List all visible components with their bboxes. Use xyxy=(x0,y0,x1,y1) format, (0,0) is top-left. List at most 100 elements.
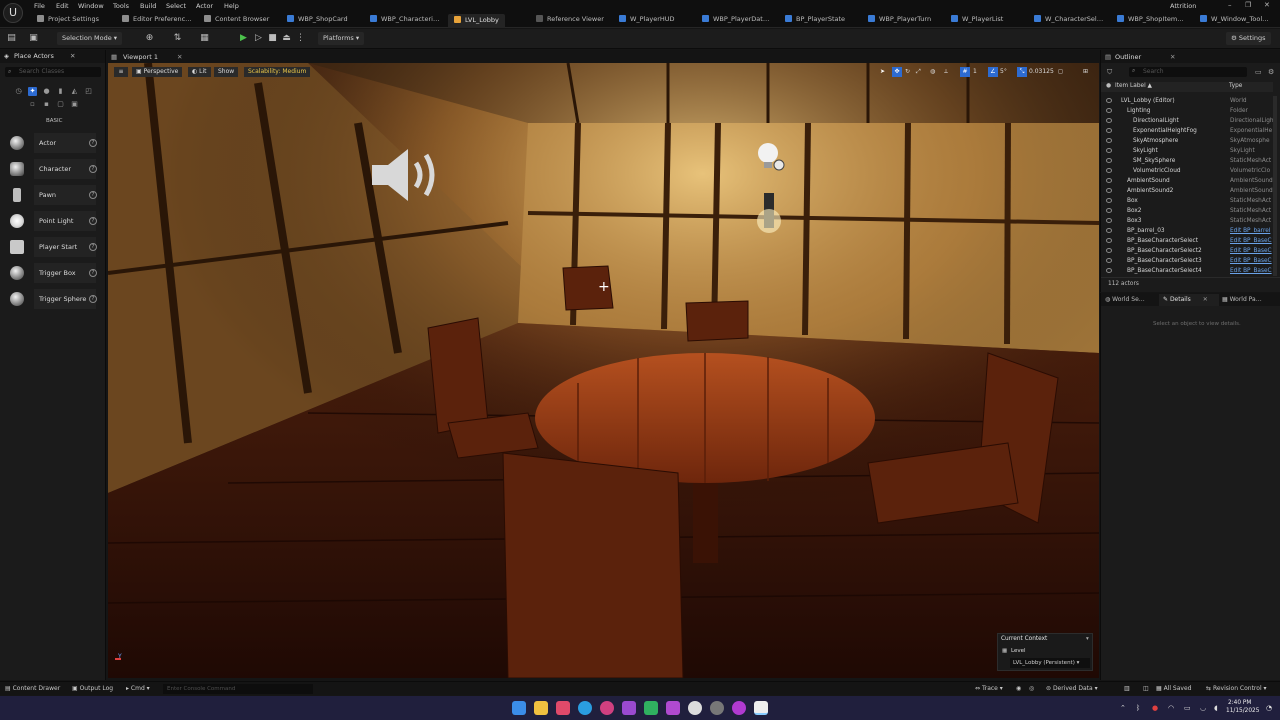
view-mode-dropdown[interactable]: ◐ Lit xyxy=(188,67,211,77)
basic-category-icon[interactable]: ✦ xyxy=(28,87,37,96)
derived-data-dropdown[interactable]: ⊜ Derived Data ▾ xyxy=(1046,685,1098,692)
clock-date[interactable]: 11/15/2025 xyxy=(1226,708,1259,714)
all-classes-icon[interactable]: ▪ xyxy=(42,100,51,109)
level-dropdown[interactable]: LVL_Lobby (Persistent) ▾ xyxy=(1010,658,1090,668)
edit-blueprint-link[interactable]: Edit BP_BaseC xyxy=(1230,236,1272,246)
outliner-settings-icon[interactable]: ⚙ xyxy=(1268,68,1274,76)
world-space-icon[interactable]: ◍ xyxy=(930,67,935,77)
outliner-row[interactable]: Box3 StaticMeshAct xyxy=(1101,216,1273,226)
help-icon[interactable]: ? xyxy=(89,139,97,147)
visibility-eye-icon[interactable] xyxy=(1106,108,1112,113)
actor-item-player-start[interactable]: Player Start? xyxy=(6,237,100,257)
scalability-warning[interactable]: Scalability: Medium xyxy=(244,67,311,77)
help-icon[interactable]: ? xyxy=(89,269,97,277)
tab-world-settings[interactable]: ◍ World Se… xyxy=(1105,296,1145,303)
close-tab-icon[interactable]: ✕ xyxy=(177,53,182,61)
translate-tool-icon[interactable]: ✥ xyxy=(892,67,902,77)
camera-speed-value[interactable]: 0.03125 xyxy=(1029,67,1054,77)
tray-app-icon[interactable]: ● xyxy=(1152,704,1158,712)
source-control-icon[interactable]: ▥ xyxy=(1124,685,1130,692)
outliner-row[interactable]: Box StaticMeshAct xyxy=(1101,196,1273,206)
tab-wbp-playerturn[interactable]: WBP_PlayerTurn xyxy=(868,15,931,27)
more-options-icon[interactable]: ⋮ xyxy=(295,33,306,44)
visibility-eye-icon[interactable] xyxy=(1106,118,1112,123)
scale-snap-icon[interactable]: ⤡ xyxy=(1017,67,1027,77)
visibility-eye-icon[interactable] xyxy=(1106,268,1112,273)
recent-icon[interactable]: ◷ xyxy=(14,87,23,96)
xbox-icon[interactable] xyxy=(644,701,658,715)
outliner-search-input[interactable]: ⌕ Search xyxy=(1129,67,1247,77)
actor-item-pawn[interactable]: Pawn? xyxy=(6,185,100,205)
tray-display-icon[interactable]: ▭ xyxy=(1184,704,1191,712)
all-saved-status[interactable]: ▦ All Saved xyxy=(1156,685,1191,692)
clock-time[interactable]: 2:40 PM xyxy=(1228,700,1251,706)
outliner-row[interactable]: BP_BaseCharacterSelect2 Edit BP_BaseC xyxy=(1101,246,1273,256)
tray-network-icon[interactable]: ◠ xyxy=(1168,704,1174,712)
search-classes-input[interactable]: ⌕ Search Classes xyxy=(5,67,101,77)
outliner-row[interactable]: VolumetricCloud VolumetricClo xyxy=(1101,166,1273,176)
github-icon[interactable] xyxy=(710,701,724,715)
maximize-viewport-icon[interactable]: ⊞ xyxy=(1083,67,1088,77)
tab-wbp-shopcard[interactable]: WBP_ShopCard xyxy=(287,15,348,27)
tab-content-browser[interactable]: Content Browser xyxy=(204,15,269,27)
menu-window[interactable]: Window xyxy=(78,2,104,10)
snapshot-icon[interactable]: ◎ xyxy=(1029,685,1034,692)
item-label-column[interactable]: Item Label ▲ xyxy=(1115,83,1152,89)
visibility-eye-icon[interactable] xyxy=(1106,188,1112,193)
tab-editor-preferences[interactable]: Editor Preferenc… xyxy=(122,15,192,27)
settings-app-icon[interactable] xyxy=(688,701,702,715)
tab-wbp-shopitem[interactable]: WBP_ShopItem… xyxy=(1117,15,1184,27)
point-light-sprite-icon[interactable] xyxy=(756,141,786,171)
tab-w-charactersel[interactable]: W_CharacterSel… xyxy=(1034,15,1103,27)
visibility-eye-icon[interactable] xyxy=(1106,128,1112,133)
app-icon[interactable] xyxy=(600,701,614,715)
actor-item-actor[interactable]: Actor? xyxy=(6,133,100,153)
outliner-row[interactable]: ExponentialHeightFog ExponentialHe xyxy=(1101,126,1273,136)
revision-control-dropdown[interactable]: ⇆ Revision Control ▾ xyxy=(1206,685,1267,692)
tab-bp-playerstate[interactable]: BP_PlayerState xyxy=(785,15,845,27)
tab-w-playerhud[interactable]: W_PlayerHUD xyxy=(619,15,675,27)
show-dropdown[interactable]: Show xyxy=(214,67,239,77)
close-tab-icon[interactable]: ✕ xyxy=(70,50,75,63)
wifi-icon[interactable]: ◡ xyxy=(1200,704,1206,712)
tab-w-playerlist[interactable]: W_PlayerList xyxy=(951,15,1003,27)
visibility-eye-icon[interactable] xyxy=(1106,238,1112,243)
music-app-icon[interactable] xyxy=(556,701,570,715)
visibility-eye-icon[interactable] xyxy=(1106,198,1112,203)
visibility-eye-icon[interactable] xyxy=(1106,98,1112,103)
filter-icon[interactable]: ⛉ xyxy=(1107,68,1112,77)
edit-blueprint-link[interactable]: Edit BP_barrel xyxy=(1230,226,1270,236)
perspective-dropdown[interactable]: ▣ Perspective xyxy=(132,67,183,77)
outliner-row[interactable]: SM_SkySphere StaticMeshAct xyxy=(1101,156,1273,166)
menu-help[interactable]: Help xyxy=(224,2,239,10)
add-folder-icon[interactable]: ▭ xyxy=(1255,68,1262,76)
visibility-eye-icon[interactable] xyxy=(1106,228,1112,233)
selection-mode-dropdown[interactable]: Selection Mode ▾ xyxy=(57,32,123,45)
trace-dropdown[interactable]: ⇔ Trace ▾ xyxy=(975,685,1003,692)
menu-build[interactable]: Build xyxy=(140,2,156,10)
settings-dropdown[interactable]: ⚙ Settings xyxy=(1226,32,1271,45)
viewport-menu-icon[interactable]: ≡ xyxy=(114,67,128,77)
outliner-row[interactable]: AmbientSound2 AmbientSound xyxy=(1101,186,1273,196)
menu-actor[interactable]: Actor xyxy=(196,2,213,10)
surface-snap-icon[interactable]: ⟂ xyxy=(944,67,948,77)
scale-tool-icon[interactable]: ⤢ xyxy=(916,67,921,77)
visual-effects-icon[interactable]: ◭ xyxy=(70,87,79,96)
visibility-eye-icon[interactable] xyxy=(1106,208,1112,213)
tab-lvl-lobby[interactable]: LVL_Lobby xyxy=(448,14,505,28)
platforms-dropdown[interactable]: Platforms ▾ xyxy=(318,32,365,45)
visibility-eye-icon[interactable] xyxy=(1106,258,1112,263)
chat-app-icon[interactable] xyxy=(666,701,680,715)
help-icon[interactable]: ? xyxy=(89,217,97,225)
ambient-sound-icon[interactable] xyxy=(370,145,442,205)
lights-icon[interactable]: ● xyxy=(42,87,51,96)
help-icon[interactable]: ? xyxy=(89,165,97,173)
menu-file[interactable]: File xyxy=(34,2,45,10)
eject-icon[interactable]: ⏏ xyxy=(281,33,292,44)
tray-chevron-icon[interactable]: ⌃ xyxy=(1120,704,1126,712)
volumes-icon[interactable]: ▫ xyxy=(28,100,37,109)
minimize-button[interactable]: – xyxy=(1228,1,1232,9)
console-command-input[interactable]: Enter Console Command xyxy=(163,684,313,694)
content-drawer-button[interactable]: ▤ Content Drawer xyxy=(5,685,60,692)
content-icon[interactable]: ▣ xyxy=(28,33,39,44)
